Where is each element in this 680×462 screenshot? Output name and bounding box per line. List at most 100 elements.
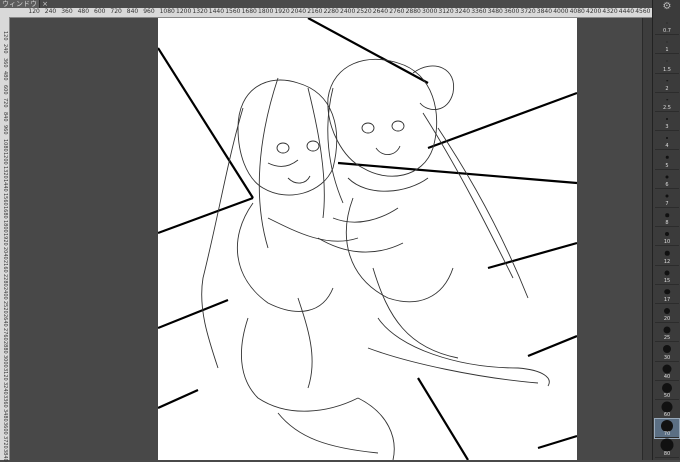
ruler-top-tick-label: 1320: [192, 8, 208, 15]
drawing-canvas[interactable]: [158, 18, 577, 460]
brush-size-dot-icon: [666, 79, 668, 82]
ruler-top-tick-label: 360: [61, 8, 73, 15]
brush-size-item[interactable]: 30: [655, 342, 679, 362]
brush-size-dot-icon: [665, 156, 669, 159]
brush-size-label: 30: [663, 354, 671, 361]
ruler-left-tick-label: 3240: [2, 381, 8, 395]
ruler-left-tick-label: 1920: [2, 233, 8, 246]
ruler-left-tick-label: 720: [2, 98, 8, 108]
gear-icon[interactable]: ⚙: [661, 2, 673, 12]
brush-size-dot-icon: [662, 382, 672, 393]
brush-size-item[interactable]: 70: [654, 418, 680, 440]
brush-size-item[interactable]: 1.5: [655, 54, 679, 74]
ruler-top-tick-label: 3000: [422, 8, 438, 15]
ruler-top-tick-label: 960: [143, 8, 155, 15]
ruler-left-tick-label: 1680: [2, 206, 8, 219]
brush-size-label: 10: [663, 239, 671, 246]
ruler-top-tick-label: 4200: [586, 8, 602, 15]
brush-size-dot-icon: [666, 137, 668, 140]
horizontal-ruler: 120 240 360 480 600 720 840 960 1080 1200 1320 1440…: [0, 8, 652, 18]
ruler-top-tick-label: 1800: [258, 8, 274, 15]
brush-size-item[interactable]: 17: [655, 285, 679, 304]
brush-size-panel: ⚙ 0.7 1 1.5 2 2.5 3 4 5 6 7 8 10 12 15 17 20 25 30 40 50 60 7…: [652, 0, 680, 460]
brush-size-dot-icon: [666, 99, 668, 101]
ruler-left-tick-label: 2280: [2, 273, 8, 287]
ruler-left-tick-label: 240: [2, 44, 8, 54]
ruler-top-tick-label: 240: [44, 8, 57, 15]
ruler-left-tick-label: 3480: [2, 408, 8, 422]
brush-size-item[interactable]: 1: [655, 35, 679, 55]
ruler-top-tick-label: 1080: [159, 8, 175, 15]
brush-size-item[interactable]: 40: [655, 362, 679, 381]
brush-size-item[interactable]: 50: [655, 381, 679, 400]
ruler-top-tick-label: 3840: [536, 8, 553, 15]
ruler-top-tick-label: 2160: [307, 8, 323, 15]
ruler-top-tick-label: 1560: [225, 8, 241, 15]
ruler-top-tick-label: 720: [110, 8, 122, 15]
brush-size-item[interactable]: 4: [655, 131, 679, 151]
ruler-left-tick-label: 3720: [2, 435, 8, 449]
vertical-ruler: 120 240 360 480 600 720 840 960 1080 1200 1320 1440…: [0, 17, 10, 462]
brush-size-label: 25: [663, 335, 671, 342]
close-tab-icon[interactable]: ×: [40, 0, 50, 8]
brush-size-item[interactable]: 7: [655, 189, 679, 208]
ruler-top-tick-label: 2040: [290, 8, 307, 15]
brush-size-dot-icon: [665, 232, 669, 237]
ruler-left-tick-label: 1200: [2, 152, 8, 165]
ruler-top-tick-label: 3480: [487, 8, 503, 15]
brush-size-label: 2.5: [663, 104, 671, 111]
ruler-top-tick-label: 4440: [618, 8, 635, 15]
brush-size-item[interactable]: 8: [655, 208, 679, 228]
brush-size-dot-icon: [662, 364, 672, 374]
brush-size-label: 80: [663, 450, 671, 457]
brush-size-item[interactable]: 3: [655, 112, 679, 132]
brush-size-label: 8: [665, 220, 669, 227]
brush-size-item[interactable]: 2: [655, 74, 679, 93]
brush-size-item[interactable]: 20: [655, 304, 679, 324]
floor-grid-lines: [158, 18, 577, 460]
ruler-left-tick-label: 1440: [2, 179, 8, 192]
brush-size-label: 50: [663, 392, 671, 399]
ruler-left-tick-label: 960: [2, 125, 8, 135]
brush-size-dot-icon: [661, 420, 673, 433]
brush-size-label: 17: [663, 296, 671, 303]
brush-size-label: 3: [665, 124, 669, 131]
ruler-left-tick-label: 2640: [2, 314, 8, 327]
brush-size-dot-icon: [664, 270, 670, 276]
ruler-top-tick-label: 2400: [340, 8, 356, 15]
canvas-tab[interactable]: ウィンドウ: [0, 0, 40, 8]
ruler-top-tick-label: 3240: [454, 8, 471, 15]
ruler-left-tick-label: 1080: [2, 138, 8, 152]
brush-size-label: 20: [663, 316, 671, 323]
brush-size-dot-icon: [664, 289, 670, 295]
brush-size-label: 1: [665, 47, 669, 54]
ruler-top-tick-label: 2280: [323, 8, 339, 15]
brush-size-item[interactable]: 80: [655, 438, 679, 458]
brush-size-dot-icon: [664, 251, 670, 256]
brush-size-item[interactable]: 2.5: [655, 93, 679, 112]
brush-size-item[interactable]: 25: [655, 323, 679, 343]
brush-size-label: 0.7: [663, 28, 671, 35]
brush-size-item[interactable]: 10: [655, 227, 679, 247]
brush-size-item[interactable]: 12: [655, 246, 679, 266]
ruler-top-tick-label: 2880: [405, 8, 421, 15]
brush-size-item[interactable]: 60: [655, 400, 679, 420]
ruler-left-tick-label: 2160: [2, 260, 8, 273]
sketch-artwork: [158, 18, 577, 460]
brush-size-label: 15: [663, 277, 671, 284]
brush-size-item[interactable]: 6: [655, 170, 679, 189]
brush-size-label: 5: [665, 162, 669, 169]
ruler-top-tick-label: 840: [126, 8, 139, 15]
brush-size-dot-icon: [661, 401, 673, 413]
ruler-left-tick-label: 1800: [2, 219, 8, 233]
brush-size-label: 2: [665, 85, 669, 92]
character-sketch: [201, 58, 550, 460]
brush-size-item[interactable]: 0.7: [655, 16, 679, 36]
ruler-top-tick-label: 3600: [504, 8, 520, 15]
brush-size-item[interactable]: 5: [655, 150, 679, 170]
ruler-left-tick-label: 840: [2, 111, 8, 122]
brush-size-dot-icon: [666, 41, 668, 43]
brush-size-dot-icon: [663, 326, 671, 334]
brush-size-label: 1.5: [663, 66, 671, 73]
brush-size-item[interactable]: 15: [655, 266, 679, 285]
